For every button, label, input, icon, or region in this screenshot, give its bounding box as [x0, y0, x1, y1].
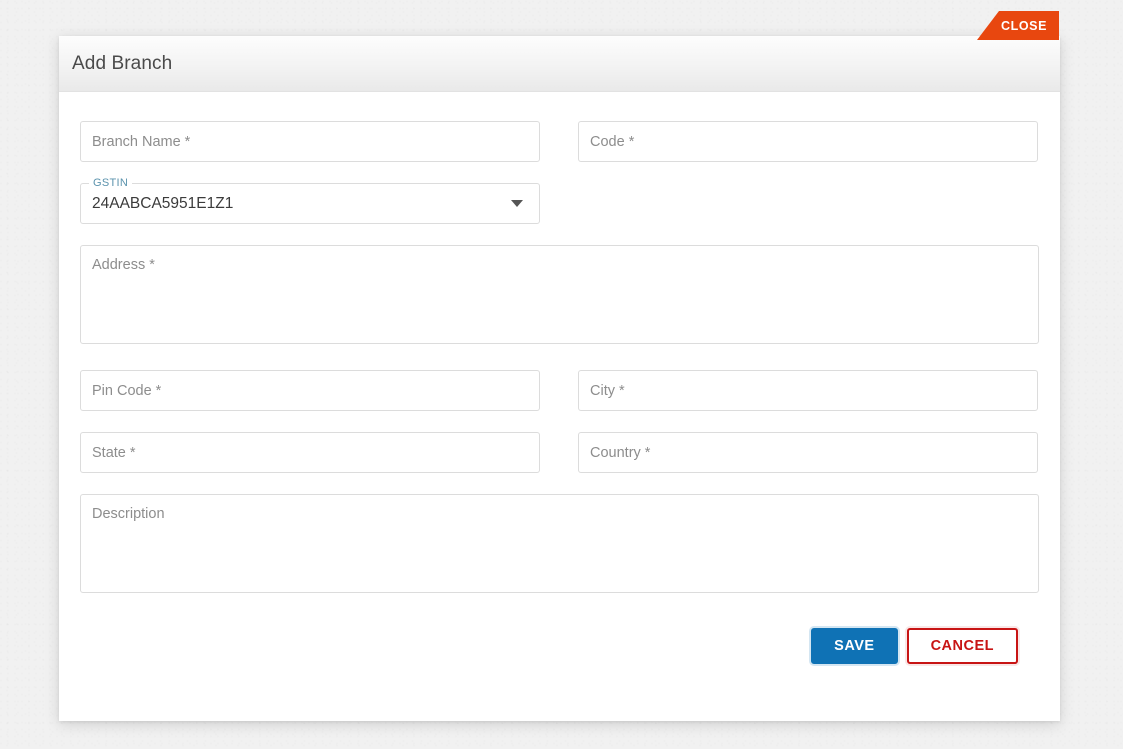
- gstin-selected-value: 24AABCA5951E1Z1: [92, 194, 234, 212]
- form-row-gstin: 24AABCA5951E1Z1 GSTIN: [80, 175, 1039, 224]
- gstin-row-spacer: [578, 183, 1038, 224]
- form-row-pin-city: [80, 370, 1039, 411]
- dialog-footer: SAVE CANCEL: [80, 619, 1039, 664]
- field-state: [80, 432, 540, 473]
- add-branch-dialog: Add Branch 24AABCA5951E1Z1 GSTIN: [59, 36, 1060, 721]
- country-input[interactable]: [578, 432, 1038, 473]
- description-textarea[interactable]: [80, 494, 1039, 593]
- form-row-description: [80, 494, 1039, 598]
- dialog-header: Add Branch: [59, 36, 1060, 92]
- field-code: [578, 121, 1038, 162]
- field-pin-code: [80, 370, 540, 411]
- close-button-label: CLOSE: [1000, 18, 1048, 33]
- cancel-button[interactable]: CANCEL: [906, 628, 1018, 664]
- form-row-address: [80, 245, 1039, 349]
- dialog-body: 24AABCA5951E1Z1 GSTIN: [59, 92, 1060, 721]
- gstin-select[interactable]: 24AABCA5951E1Z1: [80, 183, 540, 224]
- form-row-name-code: [80, 121, 1039, 162]
- branch-name-input[interactable]: [80, 121, 540, 162]
- city-input[interactable]: [578, 370, 1038, 411]
- field-branch-name: [80, 121, 540, 162]
- state-input[interactable]: [80, 432, 540, 473]
- field-country: [578, 432, 1038, 473]
- pin-code-input[interactable]: [80, 370, 540, 411]
- save-button[interactable]: SAVE: [811, 628, 898, 664]
- address-textarea[interactable]: [80, 245, 1039, 344]
- gstin-field-label: GSTIN: [89, 175, 133, 191]
- form-row-state-country: [80, 432, 1039, 473]
- field-gstin: 24AABCA5951E1Z1 GSTIN: [80, 175, 540, 224]
- code-input[interactable]: [578, 121, 1038, 162]
- field-city: [578, 370, 1038, 411]
- page-title: Add Branch: [72, 52, 173, 74]
- chevron-down-icon: [511, 200, 523, 207]
- gstin-select-wrapper: 24AABCA5951E1Z1 GSTIN: [80, 175, 540, 224]
